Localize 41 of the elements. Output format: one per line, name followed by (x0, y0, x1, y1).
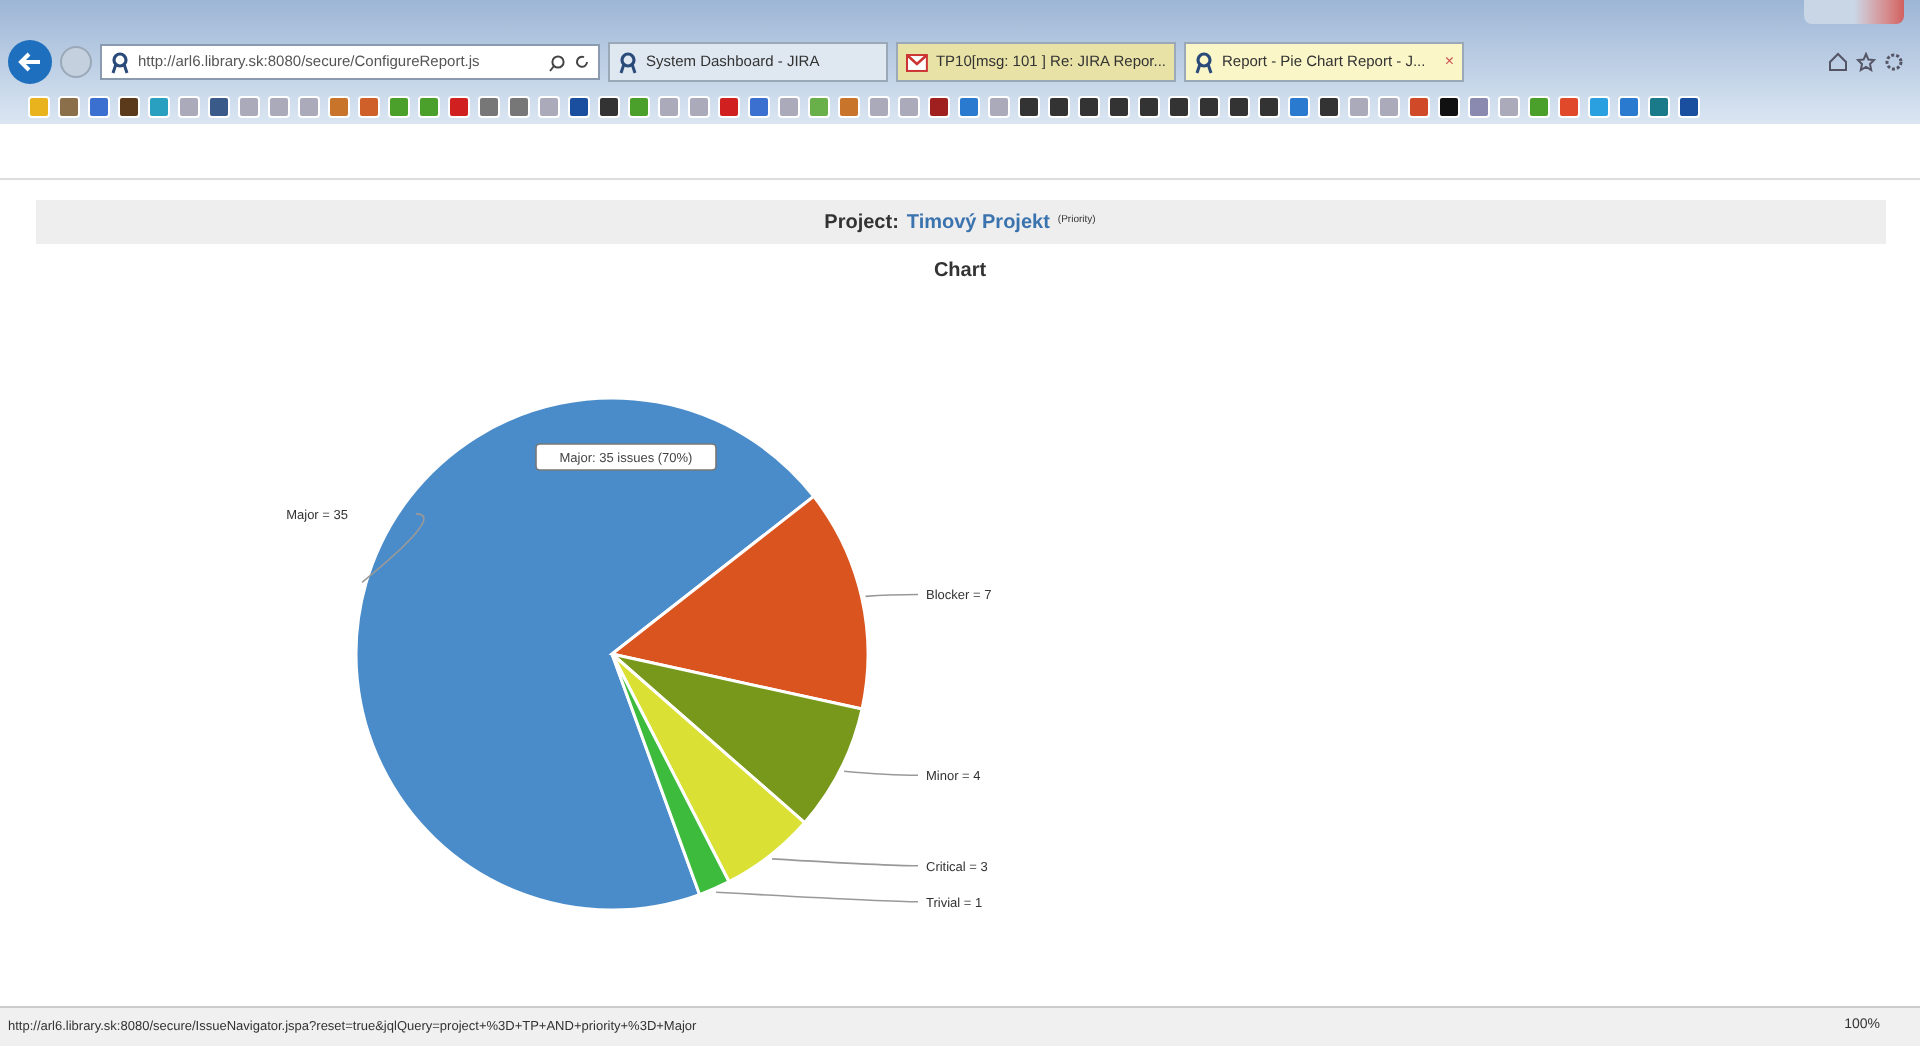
close-tab-button[interactable]: × (1444, 50, 1454, 74)
bookmark-icon[interactable] (1438, 95, 1460, 117)
ribbon-icon (110, 51, 130, 73)
arrow-left-icon (18, 52, 42, 72)
pie-slice[interactable] (354, 396, 816, 912)
bookmark-icon[interactable] (1078, 95, 1100, 117)
bookmark-icon[interactable] (1018, 95, 1040, 117)
ribbon-icon (1194, 51, 1214, 73)
pie-slice[interactable] (610, 652, 731, 897)
bookmark-icon[interactable] (1258, 95, 1280, 117)
back-button[interactable] (8, 40, 52, 84)
star-icon[interactable] (1856, 52, 1876, 72)
leader-line (864, 593, 919, 598)
bookmark-icon[interactable] (1228, 95, 1250, 117)
search-icon[interactable] (548, 53, 566, 71)
bookmark-icon[interactable] (1138, 95, 1160, 117)
pie-slice[interactable] (610, 652, 807, 884)
leader-line (361, 513, 425, 584)
pie-slice[interactable] (610, 652, 864, 825)
bookmark-icon[interactable] (1108, 95, 1130, 117)
bookmark-icon[interactable] (568, 95, 590, 117)
envelope-icon (906, 53, 928, 71)
chart-title: Chart (933, 258, 987, 286)
settings-icon[interactable] (1884, 52, 1904, 72)
pie-slice[interactable] (610, 494, 870, 711)
bookmark-icon[interactable] (1168, 95, 1190, 117)
window-controls[interactable] (1804, 0, 1904, 24)
refresh-icon[interactable] (574, 54, 590, 70)
home-icon[interactable] (1828, 52, 1848, 72)
bookmark-icon[interactable] (208, 95, 230, 117)
project-link[interactable]: Timový Projekt (906, 207, 1050, 237)
bookmark-icon[interactable] (1678, 95, 1700, 117)
leader-line (843, 770, 919, 776)
project-label: Project: (824, 209, 899, 237)
bookmark-icon[interactable] (598, 95, 620, 117)
bookmark-icon[interactable] (1318, 95, 1340, 117)
ribbon-icon (618, 51, 638, 73)
bookmark-icon[interactable] (118, 95, 140, 117)
bookmark-icon[interactable] (1048, 95, 1070, 117)
bookmark-icon[interactable] (1198, 95, 1220, 117)
bookmark-icon[interactable] (928, 95, 950, 117)
